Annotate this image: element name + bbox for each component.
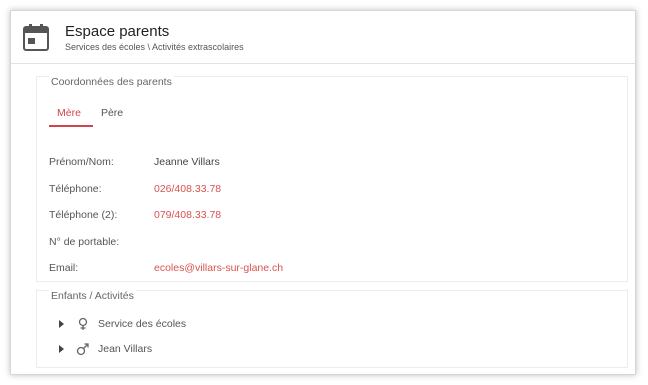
- parents-contact-group: Coordonnées des parents Mère Père Prénom…: [36, 76, 628, 282]
- page-title: Espace parents: [65, 22, 170, 40]
- expand-caret-icon[interactable]: [59, 319, 64, 328]
- tree-item-label: Jean Villars: [98, 342, 153, 355]
- expand-caret-icon[interactable]: [59, 344, 64, 353]
- contact-fields: Prénom/Nom: Jeanne Villars Téléphone: 02…: [49, 149, 609, 282]
- field-label: N° de portable:: [49, 235, 120, 248]
- field-phone-2: Téléphone (2): 079/408.33.78: [49, 202, 609, 229]
- tab-mother[interactable]: Mère: [49, 103, 93, 127]
- calendar-icon: [23, 24, 49, 51]
- male-icon: [76, 342, 90, 356]
- tree-item-service[interactable]: Service des écoles: [59, 311, 186, 336]
- phone-2-link[interactable]: 079/408.33.78: [154, 209, 221, 221]
- field-label: Prénom/Nom:: [49, 156, 114, 169]
- panel-header: Espace parents Services des écoles \ Act…: [11, 11, 635, 64]
- tree-item-label: Service des écoles: [98, 317, 187, 330]
- field-label: Téléphone:: [49, 182, 102, 195]
- field-label: Email:: [49, 262, 79, 275]
- field-mobile: N° de portable:: [49, 229, 609, 256]
- phone-link[interactable]: 026/408.33.78: [154, 183, 221, 195]
- field-value: Jeanne Villars: [154, 156, 220, 169]
- group-legend: Coordonnées des parents: [49, 76, 174, 88]
- parent-tabs: Mère Père: [49, 103, 135, 127]
- breadcrumb: Services des écoles \ Activités extrasco…: [65, 41, 244, 52]
- parents-panel: Espace parents Services des écoles \ Act…: [10, 10, 636, 375]
- children-activities-group: Enfants / Activités Service des écoles J…: [36, 290, 628, 368]
- field-email: Email: ecoles@villars-sur-glane.ch: [49, 255, 609, 282]
- field-name: Prénom/Nom: Jeanne Villars: [49, 149, 609, 176]
- tree-item-child[interactable]: Jean Villars: [59, 336, 186, 361]
- children-tree: Service des écoles Jean Villars: [59, 311, 186, 361]
- field-label: Téléphone (2):: [49, 209, 118, 222]
- tab-father[interactable]: Père: [93, 103, 135, 127]
- email-link[interactable]: ecoles@villars-sur-glane.ch: [154, 262, 283, 274]
- female-icon: [76, 317, 90, 331]
- group-legend: Enfants / Activités: [49, 290, 136, 302]
- field-phone: Téléphone: 026/408.33.78: [49, 176, 609, 203]
